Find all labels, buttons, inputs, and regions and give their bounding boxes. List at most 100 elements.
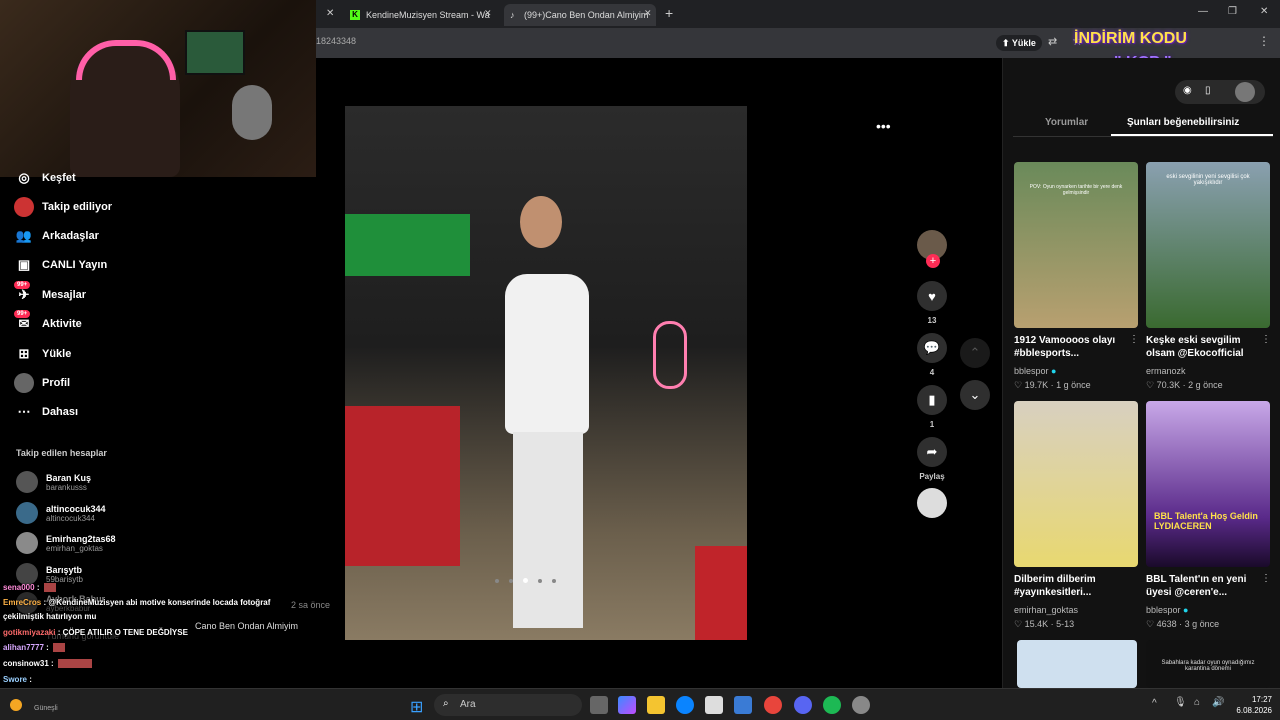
browser-tab[interactable]: K KendineMuzisyen Stream - Wa <box>346 4 501 26</box>
messages-badge: 99+ <box>14 281 31 289</box>
video-author[interactable]: bblespor ● <box>1014 366 1056 376</box>
sidebar-item-more[interactable]: ⋯ Dahası <box>14 401 79 423</box>
activity-badge: 99+ <box>14 310 31 318</box>
carousel-dot-active[interactable] <box>523 578 528 583</box>
menu-dots-icon[interactable]: ⋮ <box>1258 34 1270 48</box>
new-tab-icon[interactable]: + <box>665 5 673 21</box>
tray-chevron-icon[interactable]: ^ <box>1152 698 1157 709</box>
avatar <box>16 532 38 554</box>
previous-video-button[interactable]: ⌃ <box>960 338 990 368</box>
like-button[interactable]: ♥ <box>917 281 947 311</box>
recommendations-panel: ◉ ▯ Yorumlar Şunları beğenebilirsiniz PO… <box>1002 58 1280 688</box>
sidebar-item-live[interactable]: ▣ CANLI Yayın <box>14 254 107 276</box>
edge-icon[interactable] <box>676 696 694 714</box>
comment-count: 4 <box>929 368 935 377</box>
discord-icon[interactable] <box>794 696 812 714</box>
following-account[interactable]: Baran Kuş barankusss <box>16 471 91 493</box>
network-icon[interactable]: ⌂ <box>1194 697 1200 708</box>
more-icon[interactable]: ⋮ <box>1261 573 1271 584</box>
thumbnail-caption: eski sevgilinin yeni sevgilisi çok yakış… <box>1166 174 1250 186</box>
copilot-icon[interactable] <box>618 696 636 714</box>
share-button[interactable]: ➦ <box>917 437 947 467</box>
verified-icon: ● <box>1183 605 1189 615</box>
video-thumbnail[interactable]: POV: Oyun oynarken tarihte bir yere denk… <box>1014 162 1138 328</box>
upload-button[interactable]: ⬆ Yükle <box>996 35 1042 51</box>
phone-icon[interactable]: ▯ <box>1205 85 1211 96</box>
compass-icon: ◎ <box>18 170 30 185</box>
video-author[interactable]: emirhan_goktas <box>1014 605 1078 615</box>
video-thumbnail[interactable] <box>1017 640 1137 688</box>
close-icon[interactable]: ✕ <box>326 8 334 19</box>
carousel-dot[interactable] <box>552 578 556 583</box>
music-avatar[interactable] <box>917 488 947 518</box>
file-explorer-icon[interactable] <box>647 696 665 714</box>
more-icon[interactable]: ⋮ <box>1261 334 1271 345</box>
carousel-dot[interactable] <box>509 578 513 583</box>
chevron-up-icon: ⌃ <box>969 345 981 360</box>
tab-comments[interactable]: Yorumlar <box>1045 117 1088 128</box>
follow-plus-icon[interactable]: + <box>926 254 940 268</box>
url-text[interactable]: 18243348 <box>316 36 356 46</box>
weather-text[interactable]: Güneşli <box>34 705 58 712</box>
share-label: Paylaş <box>919 472 945 481</box>
following-account[interactable]: altincocuk344 altincocuk344 <box>16 502 106 524</box>
sidebar-item-profile[interactable]: Profil <box>14 372 70 394</box>
carousel-dots[interactable] <box>495 578 556 583</box>
close-icon[interactable]: ✕ <box>484 8 492 19</box>
chat-message: EmreCros : @KendineMuzisyen abi motive k… <box>3 598 271 607</box>
profile-icon <box>14 373 34 393</box>
following-icon <box>14 197 34 217</box>
comment-button[interactable]: 💬 <box>917 333 947 363</box>
user-avatar[interactable] <box>1235 82 1255 102</box>
volume-icon[interactable]: 🔊 <box>1212 697 1224 708</box>
next-video-button[interactable]: ⌄ <box>960 380 990 410</box>
video-title[interactable]: 1912 Vamoooos olayı #bblesports... <box>1014 334 1132 360</box>
save-button[interactable]: ▮ <box>917 385 947 415</box>
chat-message: gotikmiyazaki : ÇÖPE ATILIR O TENE DEĞDİ… <box>3 628 188 637</box>
close-window-icon[interactable]: ✕ <box>1260 6 1268 17</box>
video-author[interactable]: ermanozk <box>1146 366 1186 376</box>
store-icon[interactable] <box>705 696 723 714</box>
translate-icon[interactable]: ⇄ <box>1048 35 1057 48</box>
video-thumbnail[interactable] <box>1014 401 1138 567</box>
obs-icon[interactable] <box>852 696 870 714</box>
sidebar-item-friends[interactable]: 👥 Arkadaşlar <box>14 225 99 247</box>
minimize-icon[interactable]: — <box>1198 6 1208 17</box>
share-icon: ➦ <box>926 444 938 459</box>
carousel-dot[interactable] <box>538 578 542 583</box>
video-thumbnail[interactable]: eski sevgilinin yeni sevgilisi çok yakış… <box>1146 162 1270 328</box>
spotify-icon[interactable] <box>823 696 841 714</box>
video-title[interactable]: Dilberim dilberim #yayınkesitleri... <box>1014 573 1132 599</box>
following-account[interactable]: Emirhang2tas68 emirhan_goktas <box>16 532 116 554</box>
following-account[interactable]: Barışytb 59barisytb <box>16 563 83 585</box>
close-icon[interactable]: ✕ <box>644 8 652 19</box>
save-count: 1 <box>929 420 935 429</box>
task-view-icon[interactable] <box>590 696 608 714</box>
video-author[interactable]: bblespor ● <box>1146 605 1188 615</box>
sidebar-item-explore[interactable]: ◎ Keşfet <box>14 167 75 189</box>
video-thumbnail[interactable]: BBL Talent'a Hoş Geldin LYDIACEREN <box>1146 401 1270 567</box>
thumbnail-caption: Sabahlara kadar oyun oynadığımız karanti… <box>1161 660 1255 672</box>
more-options-icon[interactable]: ••• <box>876 118 891 134</box>
video-title[interactable]: Keşke eski sevgilim olsam @Ekocofficial <box>1146 334 1264 360</box>
carousel-dot[interactable] <box>495 578 499 583</box>
search-box[interactable]: ⌕ Ara <box>434 694 582 716</box>
video-title[interactable]: BBL Talent'ın en yeni üyesi @ceren'e... <box>1146 573 1264 599</box>
mail-icon[interactable] <box>734 696 752 714</box>
browser-tab-active[interactable]: ♪ (99+)Cano Ben Ondan Almiyim <box>504 4 656 26</box>
sidebar-item-following[interactable]: Takip ediliyor <box>14 196 112 218</box>
microphone-icon[interactable]: 🎙 <box>1174 697 1187 708</box>
maximize-icon[interactable]: ❐ <box>1228 6 1237 17</box>
heart-icon: ♥ <box>928 288 936 304</box>
focus-icon[interactable]: ◉ <box>1183 85 1192 96</box>
windows-start-icon[interactable]: ⊞ <box>410 697 423 717</box>
sidebar-item-upload[interactable]: ⊞ Yükle <box>14 343 72 365</box>
more-icon[interactable]: ⋮ <box>1129 334 1139 345</box>
red-chair <box>695 546 747 640</box>
video-player[interactable] <box>345 106 747 640</box>
video-thumbnail[interactable]: Sabahlara kadar oyun oynadığımız karanti… <box>1146 640 1270 688</box>
chrome-icon[interactable] <box>764 696 782 714</box>
tab-you-may-like[interactable]: Şunları beğenebilirsiniz <box>1127 117 1239 128</box>
clock[interactable]: 17:27 6.08.2026 <box>1230 694 1272 716</box>
chat-message: sena000 : <box>3 583 56 593</box>
